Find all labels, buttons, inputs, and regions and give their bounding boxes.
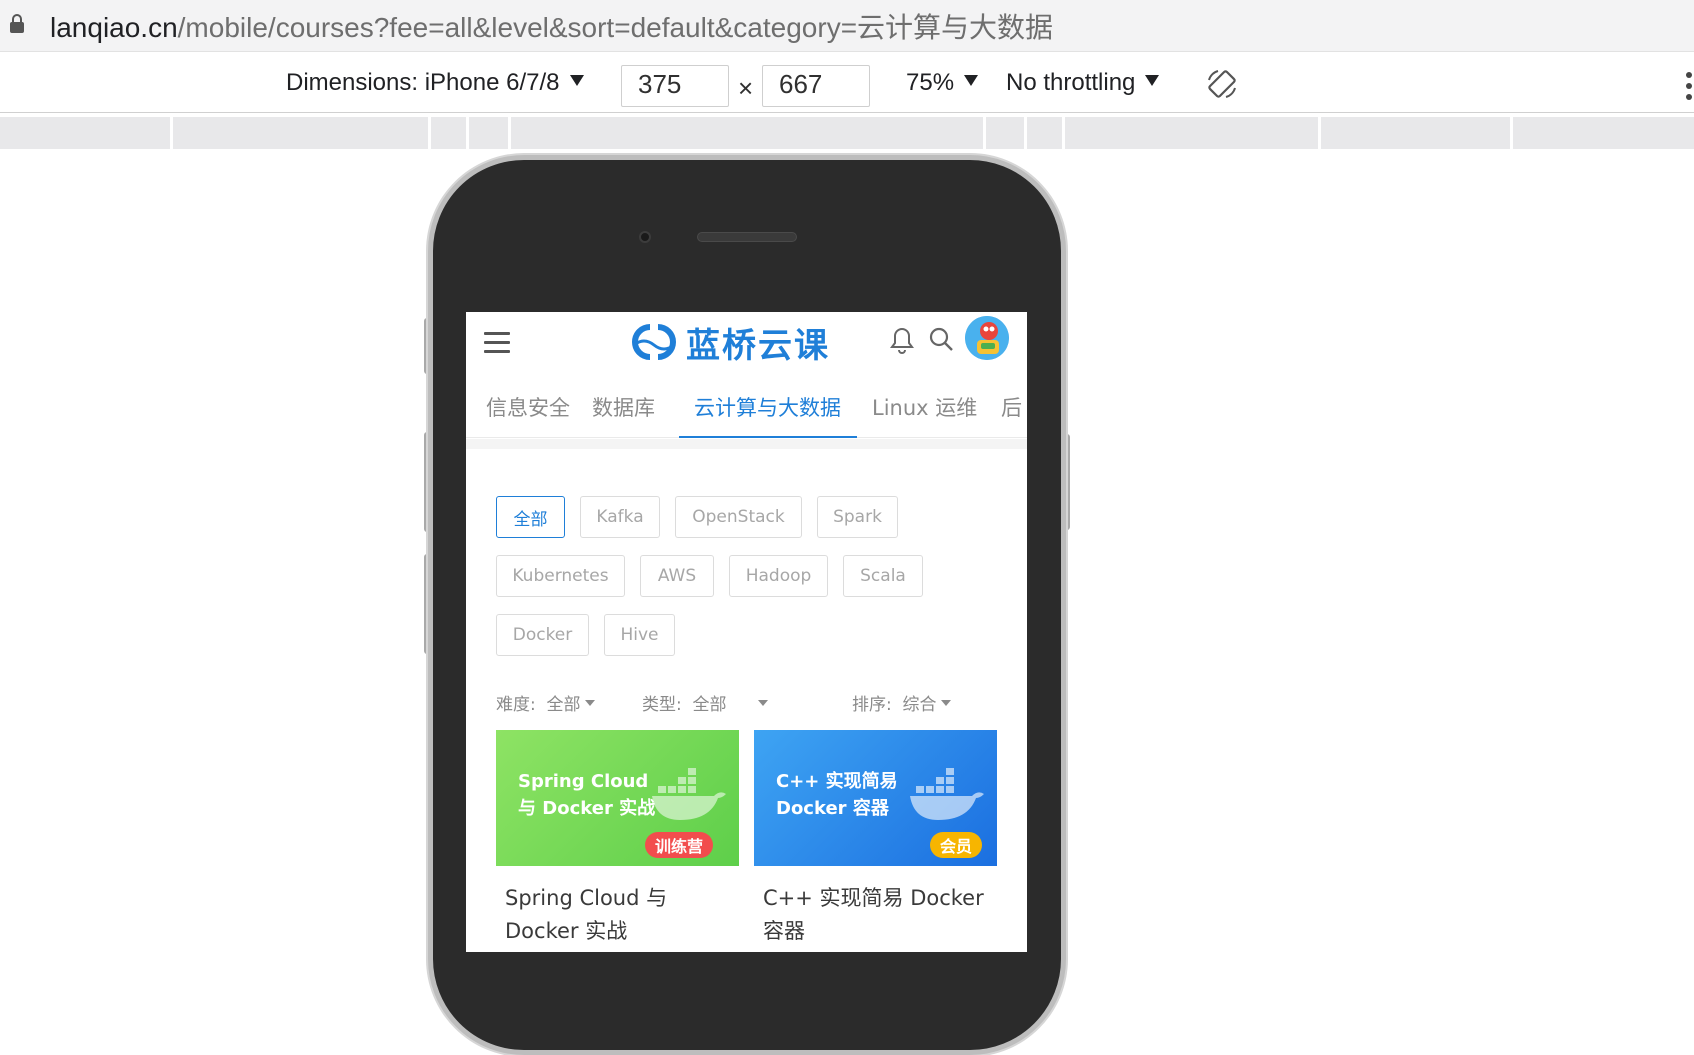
type-value: 全部 [692,695,727,715]
course-card[interactable]: Spring Cloud 与 Docker 实战 训练营 Spring Cloud… [496,730,739,952]
course-badge: 训练营 [645,832,714,858]
cover-line: C++ 实现简易 [776,771,898,792]
category-tabs: 信息安全 数据库 云计算与大数据 Linux 运维 后 [466,384,1027,438]
active-tab-indicator [679,436,857,438]
cover-title: Spring Cloud 与 Docker 实战 [518,768,668,822]
throttling-label: No throttling [1006,69,1136,96]
caret-down-icon [940,700,951,706]
tag-kafka[interactable]: Kafka [580,496,660,538]
logo-mark-icon [632,324,676,360]
tag-openstack[interactable]: OpenStack [675,496,802,538]
tag-kubernetes[interactable]: Kubernetes [496,555,625,597]
chevron-down-icon [964,75,979,87]
phone-screen: 蓝桥云课 信息安全 数据库 云计算与大数据 Linux 运维 后 全部 Kafk… [466,312,1027,952]
chevron-down-icon [569,75,584,87]
zoom-dropdown[interactable]: 75% [906,69,979,97]
difficulty-label: 难度: [496,695,536,715]
section-divider [466,439,1027,449]
cover-line: Spring Cloud [518,771,649,792]
url-host: lanqiao.cn [50,12,178,43]
tab-database[interactable]: 数据库 [592,392,655,422]
tab-cloud-bigdata[interactable]: 云计算与大数据 [694,392,841,422]
course-badge: 会员 [930,832,983,858]
avatar[interactable] [965,316,1009,360]
tab-backend-partial[interactable]: 后 [1001,392,1022,422]
earpiece-speaker [697,232,797,242]
kebab-icon[interactable] [1686,72,1694,102]
robot-avatar-icon [965,316,1009,360]
docker-whale-icon [910,768,984,820]
cover-line: Docker 容器 [776,798,889,819]
caret-down-icon [584,700,595,706]
cover-line: 与 Docker 实战 [518,798,656,819]
tag-spark[interactable]: Spark [817,496,898,538]
docker-whale-icon [652,768,726,820]
width-input[interactable]: 375 [621,65,729,107]
menu-icon[interactable] [484,332,510,354]
tag-docker[interactable]: Docker [496,614,589,656]
tag-hive[interactable]: Hive [604,614,675,656]
course-title[interactable]: C++ 实现简易 Docker 容器 [763,882,991,948]
tab-linux-ops[interactable]: Linux 运维 [872,392,977,422]
chevron-down-icon [1145,75,1160,87]
media-query-ruler [0,117,1694,149]
course-cover: C++ 实现简易 Docker 容器 会员 [754,730,997,866]
throttling-dropdown[interactable]: No throttling [1006,69,1160,97]
url-path: /mobile/courses?fee=all&level&sort=defau… [177,12,1054,43]
tag-scala[interactable]: Scala [843,555,923,597]
lock-icon [10,14,24,33]
tag-aws[interactable]: AWS [640,555,714,597]
difficulty-filter[interactable]: 难度: 全部 [496,690,595,715]
type-label: 类型: [642,695,682,715]
course-card[interactable]: C++ 实现简易 Docker 容器 会员 C++ 实现简易 Docker 容器 [754,730,997,952]
dimensions-label: Dimensions: iPhone 6/7/8 [286,69,560,96]
rotate-icon[interactable] [1206,68,1238,100]
search-icon[interactable] [928,326,954,352]
course-cover: Spring Cloud 与 Docker 实战 训练营 [496,730,739,866]
brand-name: 蓝桥云课 [686,325,830,366]
difficulty-value: 全部 [546,695,581,715]
course-title[interactable]: Spring Cloud 与 Docker 实战 [505,882,733,948]
brand-logo[interactable]: 蓝桥云课 [628,322,830,366]
tag-all[interactable]: 全部 [496,496,565,538]
dimensions-dropdown[interactable]: Dimensions: iPhone 6/7/8 [286,69,584,97]
sort-value: 综合 [902,695,937,715]
times-sign: × [738,73,754,103]
app-header: 蓝桥云课 [466,312,1027,374]
type-filter[interactable]: 类型: 全部 [642,690,768,715]
tab-info-security[interactable]: 信息安全 [486,392,570,422]
sort-label: 排序: [852,695,892,715]
sort-filter[interactable]: 排序: 综合 [852,690,951,715]
zoom-label: 75% [906,69,955,96]
device-toolbar: Dimensions: iPhone 6/7/8 375 × 667 75% N… [0,57,1694,113]
cover-title: C++ 实现简易 Docker 容器 [776,768,926,822]
caret-down-icon [757,700,768,706]
tag-hadoop[interactable]: Hadoop [729,555,828,597]
address-bar[interactable]: lanqiao.cn/mobile/courses?fee=all&level&… [0,0,1694,52]
bell-icon[interactable] [890,326,914,354]
url-text[interactable]: lanqiao.cn/mobile/courses?fee=all&level&… [50,6,1053,46]
height-input[interactable]: 667 [762,65,870,107]
front-camera [639,231,651,243]
